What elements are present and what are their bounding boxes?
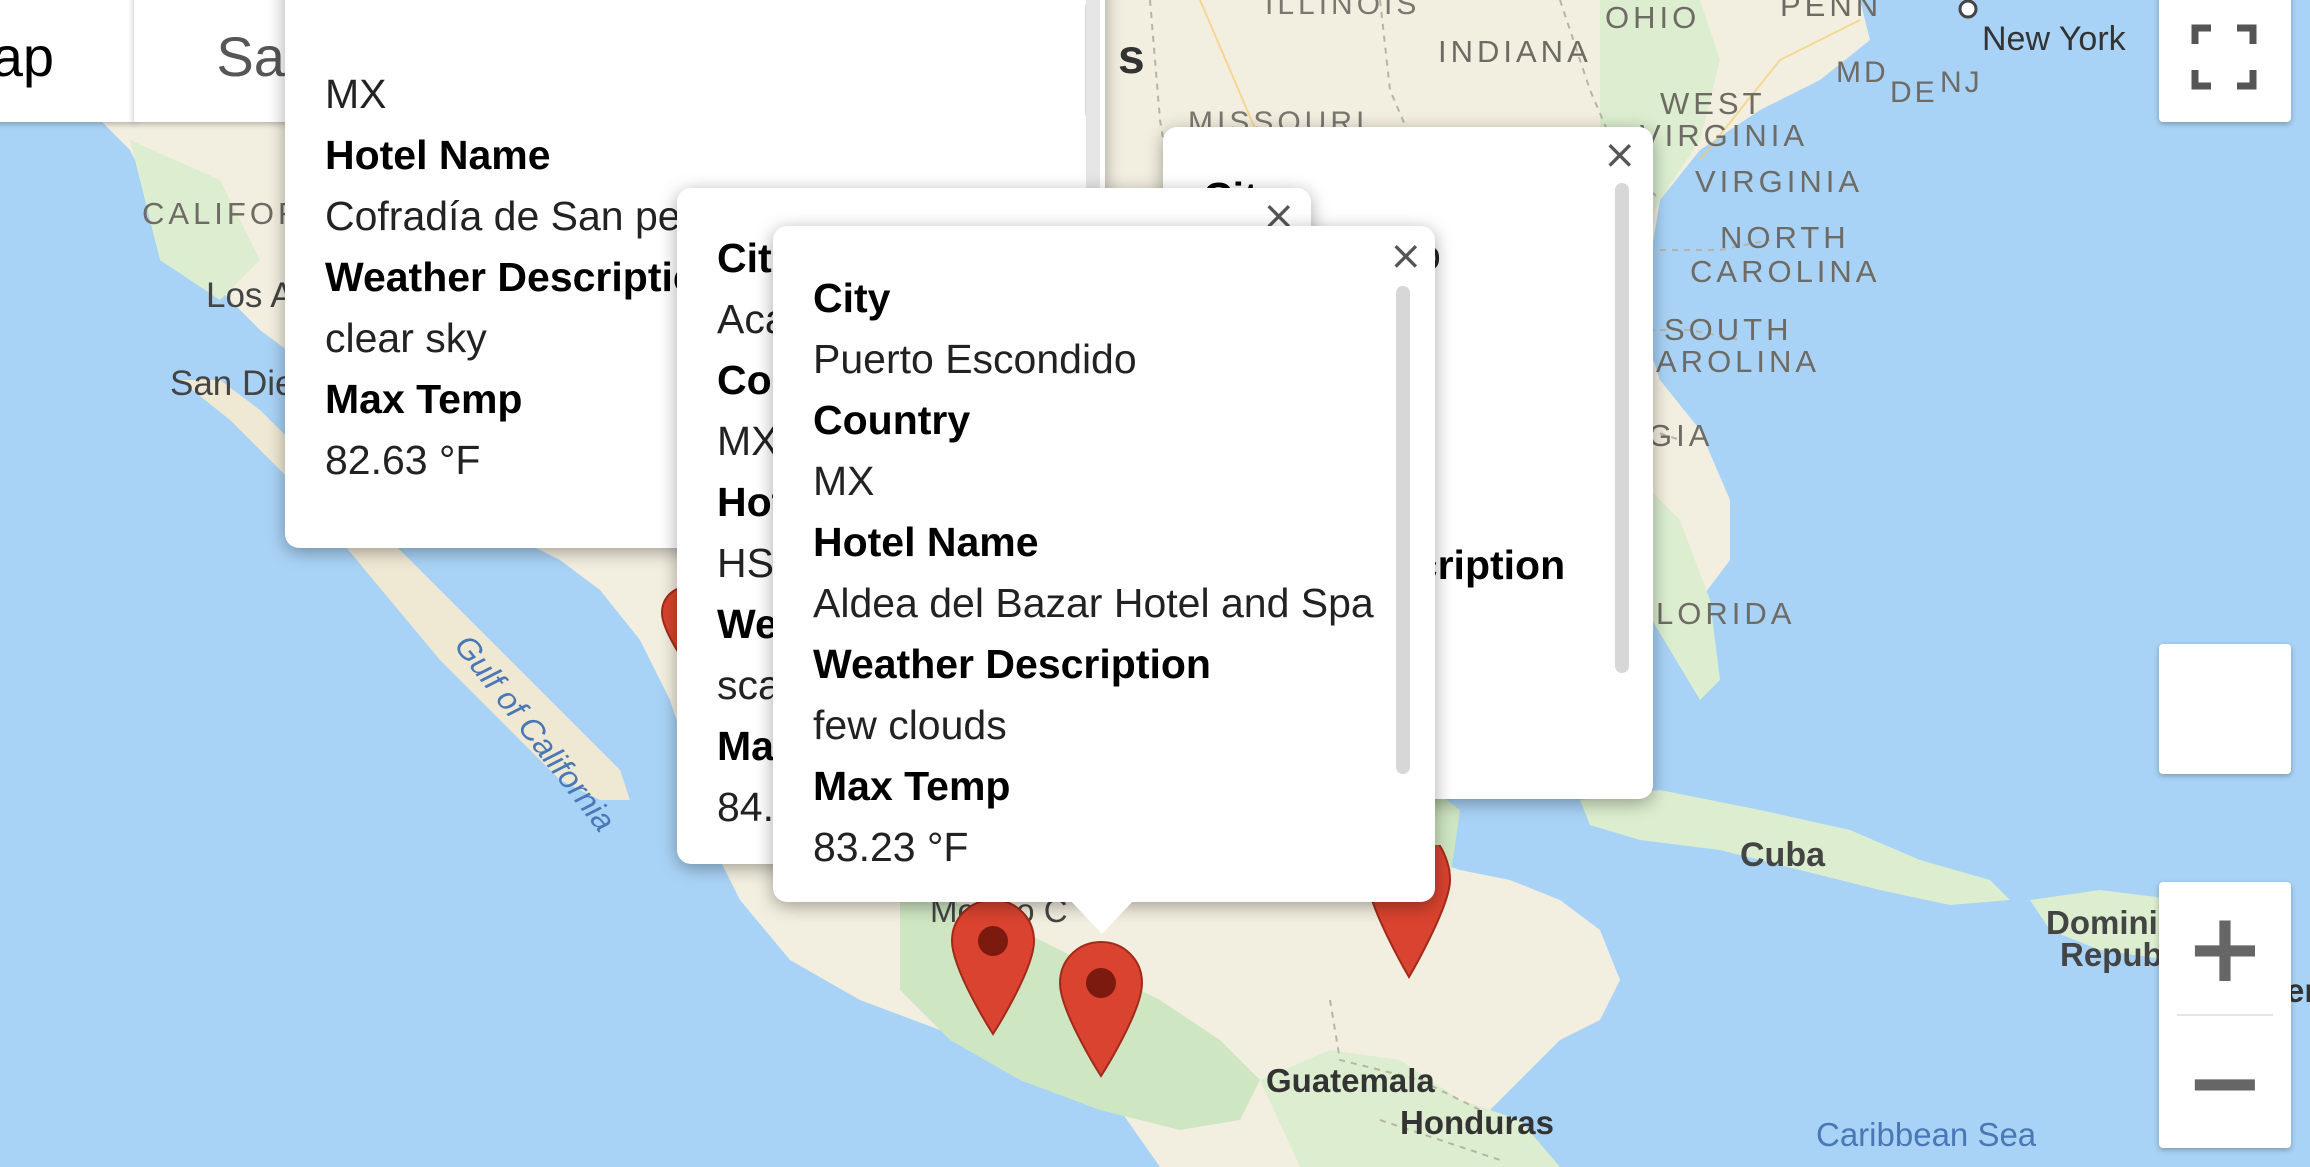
- label-guatemala: Guatemala: [1266, 1062, 1435, 1099]
- iw-temp-label: Max Temp: [813, 763, 1011, 809]
- label-caribbean-sea: Caribbean Sea: [1816, 1116, 2037, 1153]
- iw-temp-value: 83.23 °F: [813, 824, 969, 870]
- street-view-button[interactable]: [2159, 644, 2291, 774]
- zoom-in-button[interactable]: +: [2159, 882, 2291, 1014]
- iw-country-value: MX: [813, 458, 875, 504]
- label-penn: PENN: [1780, 0, 1883, 23]
- zoom-control: + −: [2159, 882, 2291, 1148]
- label-md: MD: [1836, 56, 1889, 89]
- iw-hotel-label: Hotel Name: [813, 519, 1039, 565]
- iw-scrollbar[interactable]: [1396, 286, 1410, 774]
- label-west-virginia-2: VIRGINIA: [1640, 118, 1809, 153]
- panel-edge: [1086, 0, 1100, 190]
- label-north-carolina-1: NORTH: [1720, 220, 1850, 255]
- label-honduras: Honduras: [1400, 1104, 1555, 1141]
- map-type-map-button[interactable]: ap: [0, 0, 136, 122]
- label-edge-s: s: [1118, 31, 1145, 84]
- label-virginia: VIRGINIA: [1695, 164, 1864, 199]
- label-illinois: ILLINOIS: [1265, 0, 1421, 21]
- label-san-diego: San Die: [170, 364, 295, 403]
- map-pin-acapulco[interactable]: [950, 898, 1036, 1038]
- iw-weather-value: few clouds: [813, 702, 1007, 748]
- label-indiana: INDIANA: [1438, 34, 1592, 69]
- label-de: DE: [1890, 76, 1938, 109]
- zoom-out-button[interactable]: −: [2159, 1016, 2291, 1148]
- label-georgia: GIA: [1648, 418, 1714, 453]
- close-icon[interactable]: ×: [1603, 135, 1637, 175]
- label-dominican-2: Repub: [2060, 936, 2163, 973]
- info-window-tail: [1070, 900, 1134, 934]
- label-california: CALIFOR: [142, 196, 305, 231]
- iw-country-label: Country: [813, 397, 971, 443]
- label-west-virginia-1: WEST: [1660, 86, 1766, 121]
- close-icon[interactable]: ×: [1389, 236, 1423, 276]
- label-los-angeles: Los A: [206, 276, 294, 315]
- plus-icon: +: [2184, 892, 2266, 1004]
- label-nj: NJ: [1940, 66, 1983, 99]
- fullscreen-icon: [2191, 24, 2257, 90]
- label-north-carolina-2: CAROLINA: [1690, 254, 1881, 289]
- iw-scrollbar[interactable]: [1615, 183, 1629, 673]
- iw-weather-label: Weather Description: [813, 641, 1211, 687]
- label-south-carolina-2: AROLINA: [1656, 344, 1821, 379]
- iw-country-value: MX: [325, 71, 387, 117]
- fullscreen-button[interactable]: [2159, 0, 2291, 122]
- minus-icon: −: [2184, 1026, 2266, 1138]
- label-cuba: Cuba: [1740, 836, 1825, 874]
- new-york-dot: [1958, 0, 1978, 19]
- label-florida: LORIDA: [1656, 596, 1796, 631]
- label-new-york: New York: [1982, 20, 2126, 58]
- label-ohio: OHIO: [1605, 0, 1701, 35]
- iw-hotel-value: Aldea del Bazar Hotel and Spa: [813, 580, 1374, 626]
- iw-hotel-label: Hotel Name: [325, 132, 551, 178]
- iw-city-label: City: [813, 275, 891, 321]
- iw-city-value: Puerto Escondido: [813, 336, 1137, 382]
- map-type-map-label: ap: [0, 24, 54, 88]
- info-window-puerto-escondido: City Puerto Escondido Country MX Hotel N…: [773, 226, 1435, 902]
- label-south-carolina-1: SOUTH: [1664, 312, 1793, 347]
- map-pin-puerto-escondido[interactable]: [1058, 940, 1144, 1080]
